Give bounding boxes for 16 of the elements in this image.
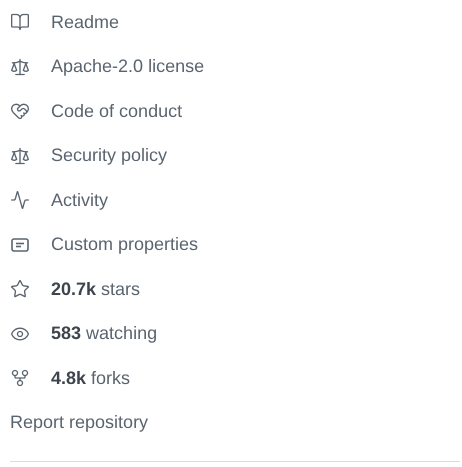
sidebar-link[interactable]: Apache-2.0 license bbox=[10, 44, 204, 89]
sidebar-link[interactable]: Custom properties bbox=[10, 222, 198, 267]
sidebar-link[interactable]: Activity bbox=[10, 178, 108, 222]
report-link[interactable]: Report repository bbox=[10, 400, 148, 445]
pulse-icon bbox=[10, 190, 30, 210]
sidebar-link[interactable]: 20.7k stars bbox=[10, 267, 140, 312]
scale-icon bbox=[10, 56, 30, 77]
sidebar-link[interactable]: Security policy bbox=[10, 134, 168, 178]
book-icon bbox=[10, 12, 30, 32]
sidebar-link[interactable]: 4.8k forks bbox=[10, 356, 130, 400]
scale-icon bbox=[10, 146, 30, 166]
sidebar-link[interactable]: 583 watching bbox=[10, 312, 158, 356]
fork-icon bbox=[10, 368, 30, 388]
sidebar-link[interactable]: Code of conduct bbox=[10, 89, 182, 134]
sidebar-link[interactable]: Readme bbox=[10, 0, 120, 44]
star-icon bbox=[10, 279, 30, 300]
